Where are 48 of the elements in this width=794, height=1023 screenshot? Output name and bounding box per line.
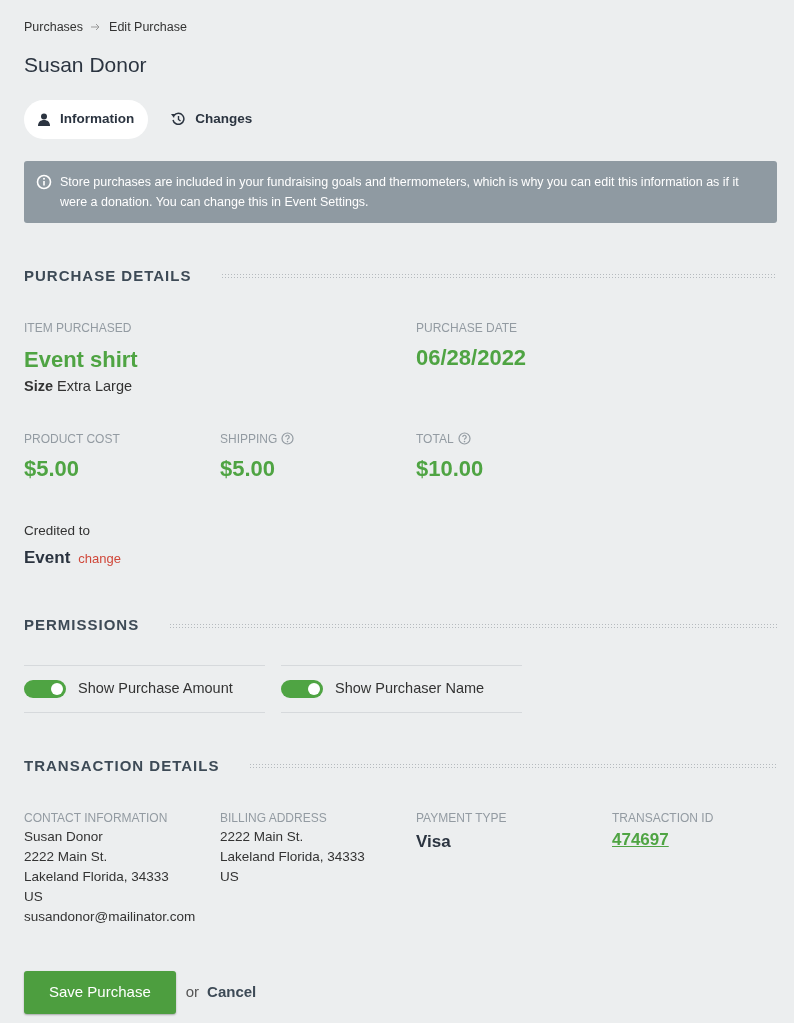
credited-value: Event — [24, 546, 71, 569]
history-icon — [170, 112, 186, 127]
breadcrumb-current: Edit Purchase — [109, 19, 187, 36]
field-label: PAYMENT TYPE — [416, 810, 508, 827]
section-heading: PURCHASE DETAILS — [24, 265, 192, 286]
change-link[interactable]: change — [78, 548, 121, 569]
toggle-label: Show Purchaser Name — [335, 678, 485, 698]
or-text: or — [185, 982, 200, 1002]
toggle-switch[interactable] — [24, 679, 66, 698]
field-label: BILLING ADDRESS — [220, 810, 328, 827]
page-title: Susan Donor — [24, 51, 148, 78]
person-icon — [38, 112, 50, 126]
detail-text: Lakeland Florida, 34333 — [220, 848, 366, 866]
detail-text: 2222 Main St. — [220, 828, 305, 846]
field-label: ITEM PURCHASED — [24, 320, 133, 337]
detail-text: Susan Donor — [24, 828, 104, 846]
amount: $10.00 — [416, 454, 485, 483]
help-icon — [457, 432, 471, 446]
item-size: Size Extra Large — [24, 377, 133, 396]
toggle-switch[interactable] — [281, 679, 323, 698]
detail-text: 2222 Main St. — [24, 848, 109, 866]
credited-label: Credited to — [24, 521, 92, 540]
field-label: SHIPPING — [220, 430, 278, 448]
field-label: TOTAL — [416, 430, 454, 448]
field-label: TRANSACTION ID — [612, 810, 715, 827]
detail-text: susandonor@mailinator.com — [24, 908, 197, 926]
section-heading: PERMISSIONS — [24, 615, 140, 636]
field-label: CONTACT INFORMATION — [24, 810, 169, 827]
detail-text: US — [220, 868, 240, 886]
breadcrumb-link[interactable]: Purchases — [24, 18, 84, 37]
arrow-icon — [91, 23, 102, 32]
detail-text: Lakeland Florida, 34333 — [24, 868, 170, 886]
payment-type: Visa — [416, 831, 452, 853]
section-heading: TRANSACTION DETAILS — [24, 755, 220, 776]
amount: $5.00 — [24, 454, 81, 483]
item-name: Event shirt — [24, 346, 139, 374]
detail-text: US — [24, 888, 44, 906]
tab[interactable]: Information — [24, 100, 149, 139]
help-icon — [281, 432, 295, 446]
amount: $5.00 — [220, 454, 277, 483]
cancel-link[interactable]: Cancel — [207, 981, 257, 1004]
field-label: PRODUCT COST — [24, 430, 120, 448]
purchase-date: 06/28/2022 — [416, 344, 528, 372]
tab[interactable]: Changes — [156, 100, 267, 139]
info-icon — [36, 173, 52, 190]
info-text: Store purchases are included in your fundraising goals and thermometers, which is why you can edit this information as if it were a donation. You can change this in Event Settings. — [60, 173, 740, 211]
toggle-label: Show Purchase Amount — [78, 678, 233, 698]
field-label: PURCHASE DATE — [416, 320, 519, 337]
